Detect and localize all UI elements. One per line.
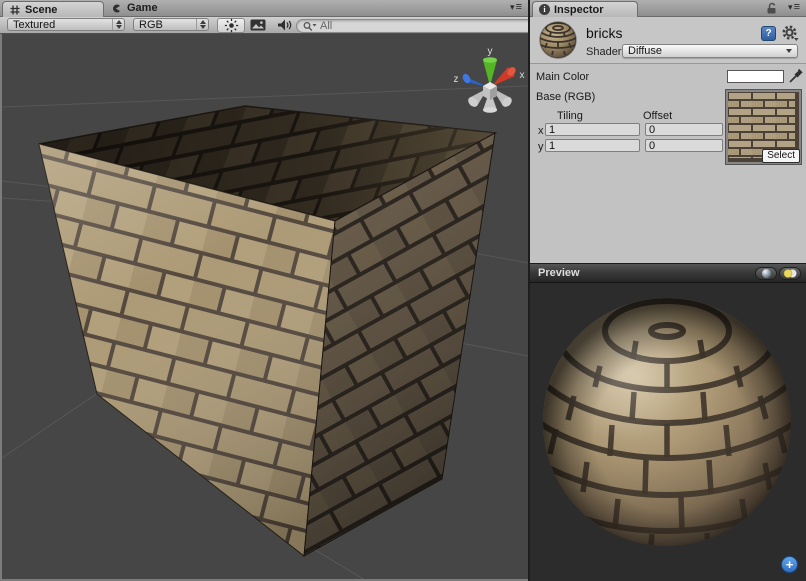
brick-cube[interactable] (39, 106, 495, 556)
offset-y-input[interactable] (645, 139, 723, 152)
gizmo-y-label: y (488, 46, 493, 57)
tiling-x-input[interactable] (545, 123, 640, 136)
chevron-down-icon: ▾ (510, 2, 515, 12)
preview-shape-button[interactable] (755, 267, 777, 280)
speaker-icon (276, 18, 292, 32)
hamburger-icon: ≡ (516, 2, 522, 12)
row-y-label: y (538, 141, 544, 153)
updown-arrows-icon (112, 19, 124, 30)
scene-toolbar: Textured RGB (0, 17, 528, 34)
preview-lighting-button[interactable] (779, 267, 801, 280)
gear-icon[interactable] (782, 25, 799, 42)
tab-scene-label: Scene (25, 4, 57, 16)
info-icon: i (539, 4, 550, 15)
material-name: bricks (586, 25, 623, 41)
gizmo-x-axis[interactable] (492, 66, 517, 86)
scene-lighting-toggle[interactable] (217, 18, 245, 33)
gizmo-y-axis[interactable] (483, 57, 497, 86)
lock-open-icon[interactable] (766, 2, 778, 15)
add-preview-button[interactable]: + (781, 556, 798, 573)
preview-sphere (530, 283, 806, 581)
offset-x-input[interactable] (645, 123, 723, 136)
tab-inspector-label: Inspector (554, 4, 604, 16)
picture-icon (250, 19, 266, 31)
gizmo-z-axis[interactable] (461, 72, 488, 87)
base-texture-label: Base (RGB) (536, 91, 595, 103)
search-scope-value: All (320, 20, 332, 32)
row-x-label: x (538, 125, 544, 137)
tab-inspector[interactable]: i Inspector (532, 1, 638, 17)
tab-scene[interactable]: Scene (2, 1, 104, 17)
sun-icon (224, 18, 239, 33)
updown-arrows-icon (196, 19, 208, 30)
scene-panel-menu[interactable]: ▾≡ (510, 2, 522, 12)
main-color-swatch[interactable] (727, 70, 784, 83)
chevron-down-icon (786, 49, 792, 53)
scene-tab-strip: Scene Game ▾≡ (0, 0, 528, 17)
chevron-down-icon: ▾ (788, 2, 793, 12)
sphere-icon (761, 268, 772, 279)
main-color-label: Main Color (536, 71, 589, 83)
render-mode-value: RGB (139, 19, 196, 31)
scene-viewport[interactable]: y x z (0, 34, 528, 581)
scene-render: y x z (2, 34, 528, 579)
game-icon (110, 2, 123, 15)
eyedropper-icon[interactable] (788, 67, 803, 84)
scene-panel: Scene Game ▾≡ Textured RGB (0, 0, 528, 581)
offset-header: Offset (643, 110, 672, 122)
shader-label: Shader (586, 46, 621, 58)
material-preview-thumbnail (539, 21, 577, 59)
draw-mode-value: Textured (13, 19, 112, 31)
hamburger-icon: ≡ (794, 2, 800, 12)
orientation-gizmo[interactable]: y x z (454, 46, 525, 113)
tiling-y-input[interactable] (545, 139, 640, 152)
gizmo-z-label: z (454, 74, 459, 85)
gizmo-x-label: x (520, 70, 525, 81)
two-lights-icon (783, 268, 798, 279)
unity-editor-window: Scene Game ▾≡ Textured RGB (0, 0, 806, 581)
inspector-panel-menu[interactable]: ▾≡ (788, 2, 800, 12)
help-icon[interactable]: ? (761, 26, 776, 41)
render-mode-dropdown[interactable]: RGB (133, 18, 209, 31)
select-texture-button[interactable]: Select (762, 149, 800, 163)
base-texture-thumbnail[interactable]: Select (726, 90, 801, 164)
tab-game[interactable]: Game (110, 0, 158, 16)
material-preview-viewport[interactable]: + (530, 283, 806, 581)
shader-dropdown[interactable]: Diffuse (622, 44, 798, 58)
tiling-header: Tiling (557, 110, 583, 122)
tab-game-label: Game (127, 2, 158, 14)
shader-value: Diffuse (628, 45, 786, 57)
draw-mode-dropdown[interactable]: Textured (7, 18, 125, 31)
material-properties: Main Color Base (RGB) (530, 63, 806, 263)
preview-title: Preview (538, 267, 580, 279)
scene-grid-icon (9, 4, 21, 16)
scene-search-field[interactable]: All (296, 19, 534, 33)
scene-skybox-toggle[interactable] (246, 18, 270, 31)
inspector-tab-strip: i Inspector ▾≡ (530, 0, 806, 17)
scene-audio-toggle[interactable] (272, 18, 296, 31)
material-header: bricks Shader Diffuse ? (530, 17, 806, 64)
inspector-panel: i Inspector ▾≡ (530, 0, 806, 581)
preview-header[interactable]: Preview (530, 263, 806, 283)
search-icon (303, 21, 317, 32)
